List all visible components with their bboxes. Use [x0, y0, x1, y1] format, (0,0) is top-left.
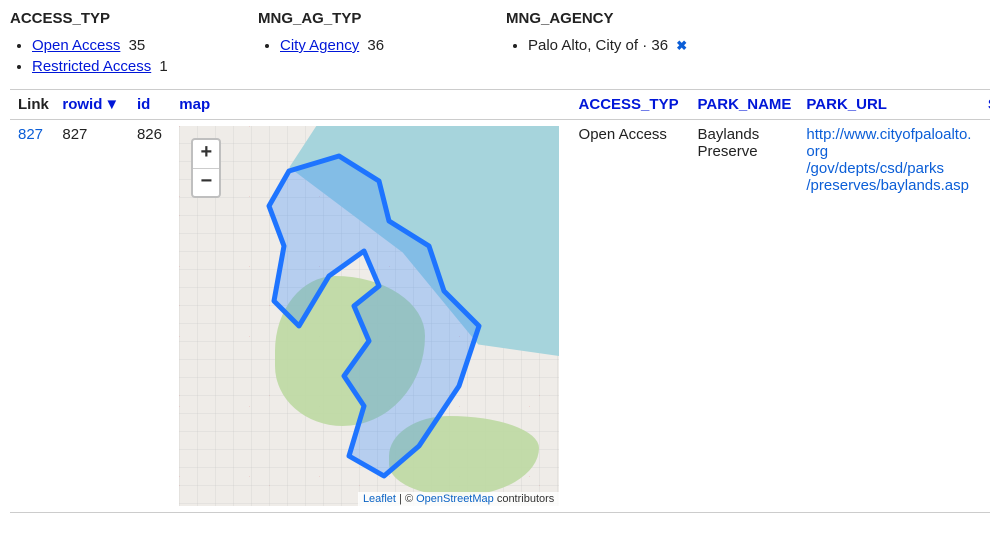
facet-row: ACCESS_TYP Open Access 35 Restricted Acc…: [10, 10, 990, 79]
osm-link[interactable]: OpenStreetMap: [416, 493, 494, 505]
facet-item: Palo Alto, City of · 36 ✖: [528, 37, 687, 54]
facet-count: 35: [129, 37, 146, 54]
facet-link-city-agency[interactable]: City Agency: [280, 37, 359, 54]
facet-access-typ: ACCESS_TYP Open Access 35 Restricted Acc…: [10, 10, 258, 79]
col-header-link: Link: [10, 90, 54, 120]
map-polygon-overlay: [179, 126, 559, 506]
col-header-access-typ[interactable]: ACCESS_TYP: [571, 90, 690, 120]
map-widget[interactable]: + − Leaflet | © OpenStreetMap contributo…: [179, 126, 559, 506]
cell-extra: [980, 120, 990, 513]
facet-item: City Agency 36: [280, 37, 476, 54]
remove-filter-icon[interactable]: ✖: [676, 38, 687, 53]
facet-mng-ag-typ: MNG_AG_TYP City Agency 36: [258, 10, 506, 79]
table-header-row: Link rowid▼ id map ACCESS_TYP PARK_NAME …: [10, 90, 990, 120]
cell-link[interactable]: 827: [10, 120, 54, 513]
leaflet-link[interactable]: Leaflet: [363, 493, 396, 505]
table-row: 827 827 826 + − Leaflet: [10, 120, 990, 513]
facet-title-access-typ: ACCESS_TYP: [10, 10, 228, 27]
facet-count: 36: [367, 37, 384, 54]
col-header-map[interactable]: map: [171, 90, 570, 120]
col-header-rowid-label: rowid: [62, 96, 102, 113]
facet-count: 1: [159, 58, 167, 75]
facet-selected-label: Palo Alto, City of · 36: [528, 37, 668, 54]
cell-park-name: Baylands Preserve: [690, 120, 799, 513]
col-header-park-url[interactable]: PARK_URL: [798, 90, 979, 120]
facet-mng-agency: MNG_AGENCY Palo Alto, City of · 36 ✖: [506, 10, 717, 79]
facet-link-open-access[interactable]: Open Access: [32, 37, 120, 54]
col-header-rowid[interactable]: rowid▼: [54, 90, 129, 120]
map-attribution: Leaflet | © OpenStreetMap contributors: [358, 492, 559, 506]
zoom-in-button[interactable]: +: [193, 140, 219, 168]
zoom-out-button[interactable]: −: [193, 168, 219, 196]
facet-link-restricted-access[interactable]: Restricted Access: [32, 58, 151, 75]
col-header-park-name[interactable]: PARK_NAME: [690, 90, 799, 120]
facet-item: Open Access 35: [32, 37, 228, 54]
zoom-control: + −: [191, 138, 221, 198]
facet-item: Restricted Access 1: [32, 58, 228, 75]
results-table: Link rowid▼ id map ACCESS_TYP PARK_NAME …: [10, 89, 990, 513]
facet-title-mng-agency: MNG_AGENCY: [506, 10, 687, 27]
cell-access-typ: Open Access: [571, 120, 690, 513]
sort-desc-icon: ▼: [104, 96, 119, 113]
col-header-extra[interactable]: S: [980, 90, 990, 120]
facet-title-mng-ag-typ: MNG_AG_TYP: [258, 10, 476, 27]
cell-park-url[interactable]: http://www.cityofpaloalto.org /gov/depts…: [798, 120, 979, 513]
cell-id: 826: [129, 120, 171, 513]
col-header-id[interactable]: id: [129, 90, 171, 120]
cell-rowid: 827: [54, 120, 129, 513]
cell-map: + − Leaflet | © OpenStreetMap contributo…: [171, 120, 570, 513]
